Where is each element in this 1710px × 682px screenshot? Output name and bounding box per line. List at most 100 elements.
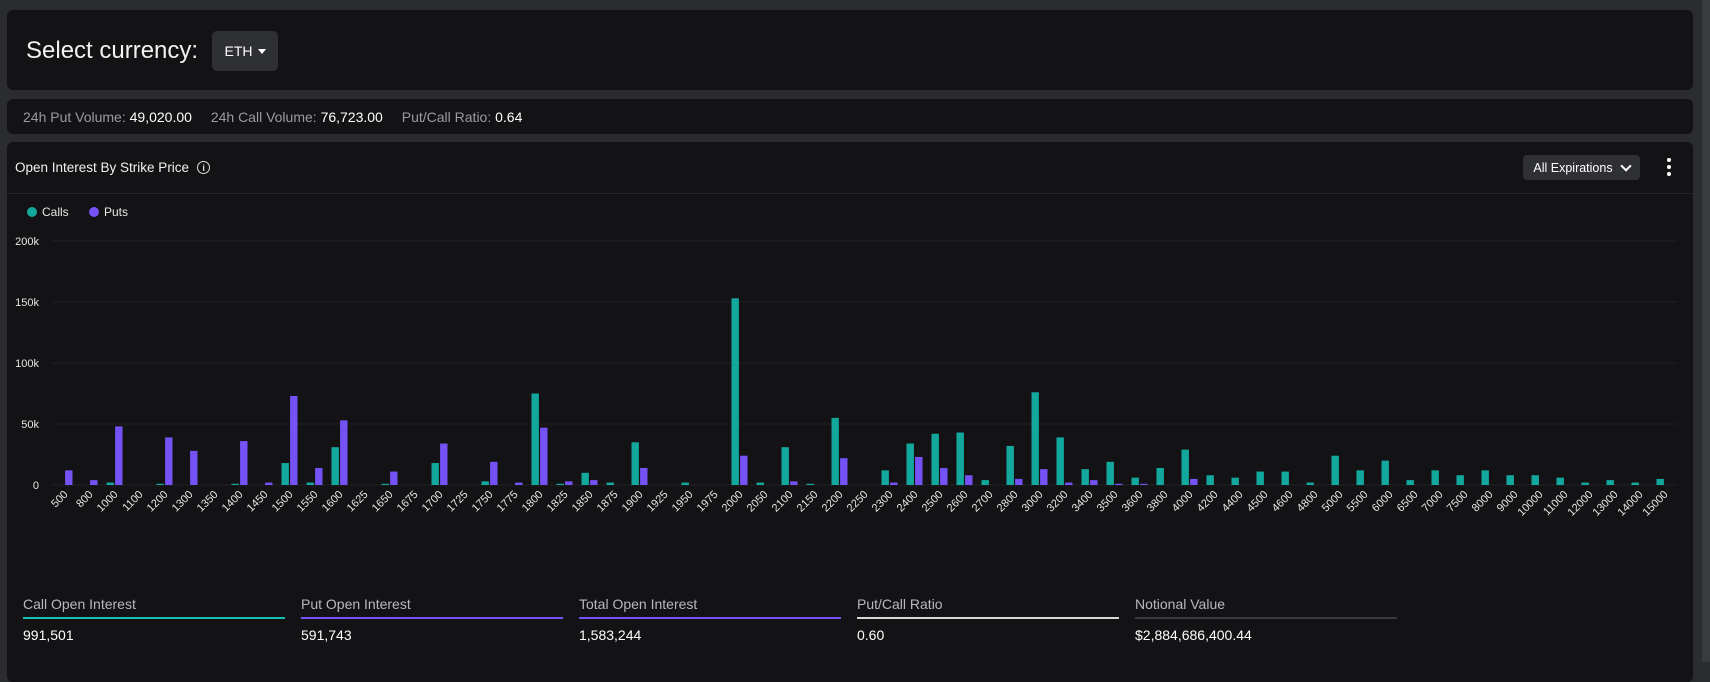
bar-puts-1825[interactable]	[565, 481, 573, 485]
bar-puts-3500[interactable]	[1115, 483, 1123, 485]
bar-calls-14000[interactable]	[1631, 482, 1639, 485]
bar-puts-1450[interactable]	[265, 482, 273, 485]
bar-calls-1825[interactable]	[556, 483, 564, 485]
legend-marker-calls[interactable]	[27, 207, 37, 217]
bar-calls-2300[interactable]	[881, 470, 889, 485]
bar-calls-2600[interactable]	[956, 432, 964, 485]
bar-calls-3800[interactable]	[1156, 467, 1164, 485]
bar-calls-1000[interactable]	[106, 482, 114, 485]
bar-puts-1550[interactable]	[315, 467, 323, 485]
bar-calls-1400[interactable]	[231, 483, 239, 485]
bar-puts-1500[interactable]	[290, 395, 298, 485]
bar-calls-3000[interactable]	[1031, 392, 1039, 485]
bar-calls-11000[interactable]	[1556, 477, 1564, 485]
bar-calls-2400[interactable]	[906, 443, 914, 485]
x-tick-label: 7000	[1420, 489, 1446, 515]
legend-label-puts[interactable]: Puts	[104, 205, 128, 219]
bar-puts-2300[interactable]	[890, 482, 898, 485]
bar-puts-2500[interactable]	[940, 467, 948, 485]
summary-value: 591,743	[301, 627, 352, 643]
bar-puts-1650[interactable]	[390, 471, 398, 485]
bar-calls-5000[interactable]	[1331, 455, 1339, 485]
bar-calls-1200[interactable]	[156, 483, 164, 485]
bar-calls-7000[interactable]	[1431, 470, 1439, 485]
bar-calls-5500[interactable]	[1356, 470, 1364, 485]
page-scrollbar[interactable]	[1702, 0, 1710, 662]
bar-calls-3600[interactable]	[1131, 477, 1139, 485]
bar-puts-3200[interactable]	[1065, 482, 1073, 485]
bar-calls-1750[interactable]	[481, 481, 489, 485]
x-tick-label: 1550	[295, 489, 321, 515]
x-tick-label: 1825	[545, 489, 571, 515]
bar-calls-4500[interactable]	[1256, 471, 1264, 485]
call-volume-value: 76,723.00	[320, 109, 383, 125]
bar-calls-1950[interactable]	[681, 482, 689, 485]
bar-calls-1875[interactable]	[606, 482, 614, 485]
more-options-icon[interactable]	[1667, 158, 1671, 176]
currency-dropdown[interactable]: ETH	[212, 31, 278, 71]
bar-puts-4000[interactable]	[1190, 478, 1198, 485]
bar-calls-1600[interactable]	[331, 447, 339, 485]
bar-calls-1550[interactable]	[306, 482, 314, 485]
bar-puts-2400[interactable]	[915, 456, 923, 485]
bar-calls-8000[interactable]	[1481, 470, 1489, 485]
bar-calls-4000[interactable]	[1181, 449, 1189, 485]
bar-puts-2600[interactable]	[965, 475, 973, 485]
bar-puts-2100[interactable]	[790, 481, 798, 485]
bar-puts-2800[interactable]	[1015, 478, 1023, 485]
info-icon[interactable]: i	[197, 161, 211, 174]
bar-calls-4400[interactable]	[1231, 477, 1239, 485]
bar-calls-2150[interactable]	[806, 483, 814, 485]
bar-calls-9000[interactable]	[1506, 475, 1514, 485]
bar-puts-2200[interactable]	[840, 458, 848, 485]
bar-calls-1650[interactable]	[381, 483, 389, 485]
bar-calls-2050[interactable]	[756, 482, 764, 485]
legend-marker-puts[interactable]	[89, 207, 99, 217]
bar-puts-800[interactable]	[90, 480, 98, 485]
bar-calls-2000[interactable]	[731, 298, 739, 485]
bar-calls-2200[interactable]	[831, 417, 839, 485]
bar-calls-13000[interactable]	[1606, 480, 1614, 485]
bar-calls-6500[interactable]	[1406, 480, 1414, 485]
bar-puts-3400[interactable]	[1090, 480, 1098, 485]
bar-calls-2100[interactable]	[781, 447, 789, 485]
expirations-dropdown[interactable]: All Expirations	[1523, 155, 1640, 180]
bar-puts-1600[interactable]	[340, 420, 348, 485]
bar-calls-1900[interactable]	[631, 442, 639, 485]
bar-puts-1775[interactable]	[515, 482, 523, 485]
bar-calls-1850[interactable]	[581, 472, 589, 485]
bar-puts-3600[interactable]	[1140, 483, 1148, 485]
bar-calls-12000[interactable]	[1581, 482, 1589, 485]
bar-calls-3400[interactable]	[1081, 469, 1089, 485]
bar-calls-2500[interactable]	[931, 433, 939, 485]
bar-calls-10000[interactable]	[1531, 475, 1539, 485]
bar-calls-3500[interactable]	[1106, 461, 1114, 485]
x-tick-label: 1725	[445, 489, 471, 515]
bar-puts-1900[interactable]	[640, 467, 648, 485]
x-tick-label: 1600	[320, 489, 346, 515]
bar-calls-2800[interactable]	[1006, 445, 1014, 485]
bar-calls-7500[interactable]	[1456, 475, 1464, 485]
bar-calls-15000[interactable]	[1656, 478, 1664, 485]
bar-puts-1800[interactable]	[540, 427, 548, 485]
bar-calls-3200[interactable]	[1056, 437, 1064, 485]
bar-puts-1400[interactable]	[240, 441, 248, 485]
bar-calls-4200[interactable]	[1206, 475, 1214, 485]
bar-calls-2700[interactable]	[981, 480, 989, 485]
bar-puts-1700[interactable]	[440, 443, 448, 485]
bar-puts-500[interactable]	[65, 470, 73, 485]
legend-label-calls[interactable]: Calls	[42, 205, 69, 219]
bar-puts-1300[interactable]	[190, 450, 198, 485]
bar-puts-3000[interactable]	[1040, 469, 1048, 485]
bar-calls-1500[interactable]	[281, 463, 289, 485]
bar-puts-1200[interactable]	[165, 437, 173, 485]
bar-calls-4800[interactable]	[1306, 482, 1314, 485]
bar-calls-6000[interactable]	[1381, 460, 1389, 485]
bar-puts-1850[interactable]	[590, 480, 598, 485]
bar-calls-1800[interactable]	[531, 393, 539, 486]
bar-puts-1000[interactable]	[115, 426, 123, 485]
bar-calls-4600[interactable]	[1281, 471, 1289, 485]
bar-puts-1750[interactable]	[490, 461, 498, 485]
bar-puts-2000[interactable]	[740, 455, 748, 485]
bar-calls-1700[interactable]	[431, 463, 439, 485]
